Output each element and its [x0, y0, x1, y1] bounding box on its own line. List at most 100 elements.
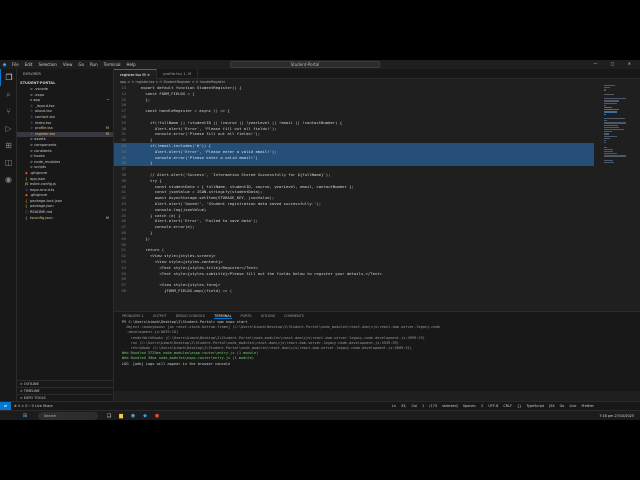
minimap-line — [604, 126, 619, 128]
line-text: const jsonValue = JSON.stringify(student… — [136, 189, 263, 195]
terminal-output[interactable]: PS C:\Users\kimoh\Desktop\2\Student-Port… — [114, 320, 640, 367]
task-view-icon[interactable]: ❏ — [104, 412, 114, 420]
project-root[interactable]: STUDENT-PORTAL — [17, 79, 113, 87]
code-line[interactable]: 58 {FORM_FIELDS.map((field) => ( — [114, 288, 594, 294]
window-controls[interactable]: — ▢ ✕ — [593, 61, 637, 66]
clock-date: 27/10/2025 — [614, 414, 634, 418]
menu-edit[interactable]: Edit — [22, 62, 36, 67]
vscode-logo-icon: ◆ — [2, 61, 7, 68]
minimap-line — [604, 93, 614, 95]
minimap-line — [604, 151, 614, 153]
minimap-line — [604, 100, 619, 102]
tree-item-label: tsconfig.json — [30, 215, 53, 220]
tree-item[interactable]: {tsconfig.json M — [17, 216, 113, 222]
explorer-icon[interactable]: ❐ — [0, 69, 17, 86]
timeline-section[interactable]: > TIMELINE — [17, 387, 114, 394]
minimap-line — [604, 122, 626, 124]
minimap-line — [604, 107, 612, 109]
line-text: if(!email.includes('@')) { — [136, 142, 211, 148]
line-text: console.error('Please fill out all field… — [136, 131, 261, 137]
tree-item-label: _layout.tsx — [35, 103, 55, 108]
status-right[interactable]: Ln 33, Col 1 (173 selected) Spaces: 2 UT… — [392, 402, 594, 410]
run-debug-icon[interactable]: ▷ — [0, 120, 17, 137]
tab-gitlens[interactable]: GITLENS — [261, 314, 275, 318]
tab-problems[interactable]: PROBLEMS 1 — [122, 314, 144, 318]
chrome-icon[interactable]: ● — [152, 412, 162, 420]
minimap-line — [604, 89, 606, 91]
tab-register-tsx[interactable]: register.tsx M × — [114, 69, 158, 79]
minimap-line — [604, 85, 616, 87]
search-icon[interactable]: ⌕ — [0, 86, 17, 103]
gitlens-icon[interactable]: ◉ — [0, 171, 17, 188]
line-text: const studentData = { fullName, studentI… — [136, 183, 354, 189]
line-text: <View style={styles.screen}> — [136, 253, 216, 259]
explorer-sidebar: EXPLORER STUDENT-PORTAL > .vscode > .expo… — [17, 69, 114, 401]
tree-item-label: index.tsx — [35, 120, 52, 125]
minimap-line — [604, 159, 613, 161]
windows-taskbar: ⊞ Search ❏ ▆ ◉ ◆ ● 7:16 pm 27/10/2025 — [0, 410, 640, 420]
tree-item-label: > .expo — [30, 92, 45, 97]
bottom-panel: PROBLEMS 1 OUTPUT DEBUG CONSOLE TERMINAL… — [114, 311, 640, 391]
outline-section[interactable]: > OUTLINE — [17, 380, 114, 387]
tree-item-label: > node_modules — [30, 159, 61, 164]
edge-icon[interactable]: ◉ — [128, 412, 138, 420]
minimap-line — [604, 124, 618, 126]
menu-view[interactable]: View — [60, 62, 76, 67]
status-bar: ⇌ ⊗ 0 ⚠ 0 ⑂ 0 Live Share Ln 33, Col 1 (1… — [0, 401, 640, 410]
tab-comments[interactable]: COMMENTS — [284, 314, 304, 318]
menu-go[interactable]: Go — [75, 62, 87, 67]
line-text: } — [136, 160, 153, 166]
line-text: Alert.alert('Error', 'Failed to save dat… — [136, 218, 258, 224]
code-editor[interactable]: 13 export default function StudentRegist… — [114, 85, 594, 311]
menu-help[interactable]: Help — [124, 62, 139, 67]
menu-run[interactable]: Run — [87, 62, 101, 67]
tree-item-label: package-lock.json — [30, 198, 63, 203]
system-tray[interactable]: 7:16 pm 27/10/2025 — [599, 411, 634, 421]
tree-item-label: .gitignore — [30, 170, 48, 175]
tab-ports[interactable]: PORTS — [241, 314, 252, 318]
tree-item-label: README.md — [30, 210, 53, 215]
line-text: console.log(jsonValue) — [136, 206, 207, 212]
taskbar-search[interactable]: Search — [38, 412, 98, 420]
line-text: <View style={styles.form}> — [136, 282, 221, 288]
menu-terminal[interactable]: Terminal — [101, 62, 124, 67]
status-left[interactable]: ⊗ 0 ⚠ 0 ⑂ 0 Live Share — [14, 402, 53, 410]
tree-item-label: > assets — [30, 137, 46, 142]
panel-tabs: PROBLEMS 1 OUTPUT DEBUG CONSOLE TERMINAL… — [114, 312, 640, 320]
minimap-line — [604, 118, 625, 120]
remote-explorer-icon[interactable]: ◫ — [0, 154, 17, 171]
line-text: Alert.alert('Error', 'Please fill out al… — [136, 125, 277, 131]
file-explorer-icon[interactable]: ▆ — [116, 412, 126, 420]
title-bar: ◆ File Edit Selection View Go Run Termin… — [0, 60, 640, 69]
tab-debug-console[interactable]: DEBUG CONSOLE — [176, 314, 206, 318]
tree-item-label: register.tsx — [35, 131, 56, 136]
minimap[interactable] — [602, 85, 628, 195]
menu-file[interactable]: File — [9, 62, 22, 67]
tree-item-label: app.json — [30, 176, 46, 181]
line-text: Alert.alert('Error', 'Please enter a val… — [136, 148, 277, 154]
tab-output[interactable]: OUTPUT — [153, 314, 167, 318]
command-center-search[interactable]: Student-Portal — [230, 61, 380, 68]
line-number: 58 — [121, 287, 126, 293]
activity-bar: ❐ ⌕ ⑂ ▷ ⊞ ◫ ◉ — [0, 69, 17, 401]
minimap-line — [604, 113, 606, 115]
tab-profile-tsx[interactable]: profile.tsx 1, M — [157, 69, 199, 79]
tree-item-label: contact.tsx — [35, 114, 55, 119]
line-text: const FORM_FIELDS = [ — [136, 90, 195, 96]
minimap-line — [604, 135, 617, 137]
line-text: console.error(e); — [136, 224, 195, 230]
sidebar-bottom-sections: > OUTLINE > TIMELINE > EXPO TOOLS — [17, 380, 114, 401]
git-status-badge: M — [105, 215, 109, 220]
extensions-icon[interactable]: ⊞ — [0, 137, 17, 154]
remote-indicator-icon[interactable]: ⇌ — [0, 402, 11, 410]
tree-item-label: > .vscode — [30, 87, 48, 91]
menu-selection[interactable]: Selection — [35, 62, 59, 67]
clock-time: 7:16 pm — [599, 414, 614, 418]
expo-tools-section[interactable]: > EXPO TOOLS — [17, 394, 114, 401]
source-control-icon[interactable]: ⑂ — [0, 103, 17, 120]
windows-start-icon[interactable]: ⊞ — [20, 412, 30, 420]
minimap-line — [604, 146, 607, 148]
tab-terminal[interactable]: TERMINAL — [214, 314, 232, 319]
line-text: }; — [136, 235, 151, 241]
vscode-taskbar-icon[interactable]: ◆ — [140, 412, 150, 420]
